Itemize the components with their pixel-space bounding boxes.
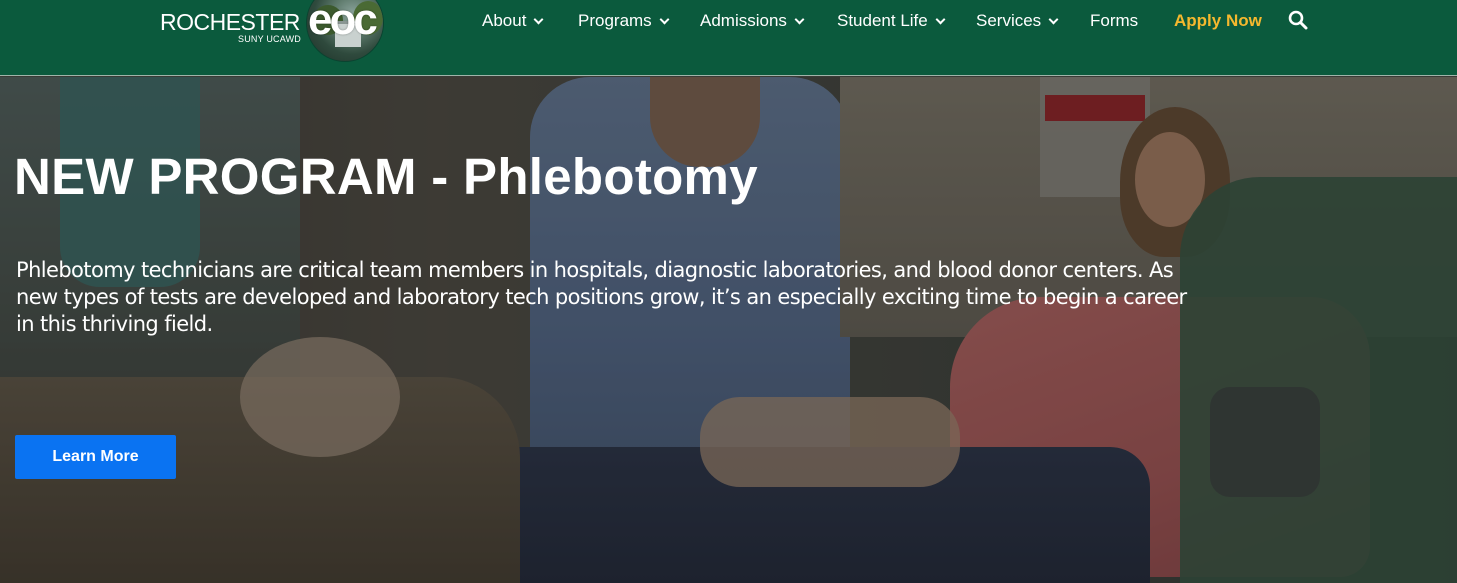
chevron-down-icon xyxy=(1048,14,1059,24)
nav-item-student-life[interactable]: Student Life xyxy=(837,11,946,31)
nav-item-admissions[interactable]: Admissions xyxy=(700,11,805,31)
chevron-down-icon xyxy=(533,14,544,24)
chevron-down-icon xyxy=(659,14,670,24)
chevron-down-icon xyxy=(794,14,805,24)
nav-item-label: Programs xyxy=(578,11,652,30)
nav-item-label: Student Life xyxy=(837,11,928,30)
chevron-down-icon xyxy=(935,14,946,24)
search-icon xyxy=(1288,10,1308,30)
learn-more-button[interactable]: Learn More xyxy=(15,435,176,479)
nav-item-programs[interactable]: Programs xyxy=(578,11,670,31)
nav-item-services[interactable]: Services xyxy=(976,11,1059,31)
apply-now-link[interactable]: Apply Now xyxy=(1174,11,1262,31)
site-header: ROCHESTER SUNY UCAWD eoc About Programs … xyxy=(0,0,1457,76)
apply-now-label: Apply Now xyxy=(1174,11,1262,30)
main-nav: About Programs Admissions Student Life S… xyxy=(0,0,1457,42)
nav-item-label: Forms xyxy=(1090,11,1139,30)
nav-item-label: Services xyxy=(976,11,1042,30)
hero-title: NEW PROGRAM - Phlebotomy xyxy=(14,148,758,205)
nav-item-forms[interactable]: Forms xyxy=(1090,11,1138,31)
nav-item-label: Admissions xyxy=(700,11,787,30)
search-button[interactable] xyxy=(1288,10,1308,30)
nav-item-label: About xyxy=(482,11,527,30)
hero-description: Phlebotomy technicians are critical team… xyxy=(16,258,1187,336)
hero-banner: NEW PROGRAM - Phlebotomy Phlebotomy tech… xyxy=(0,77,1457,583)
nav-item-about[interactable]: About xyxy=(482,11,544,31)
